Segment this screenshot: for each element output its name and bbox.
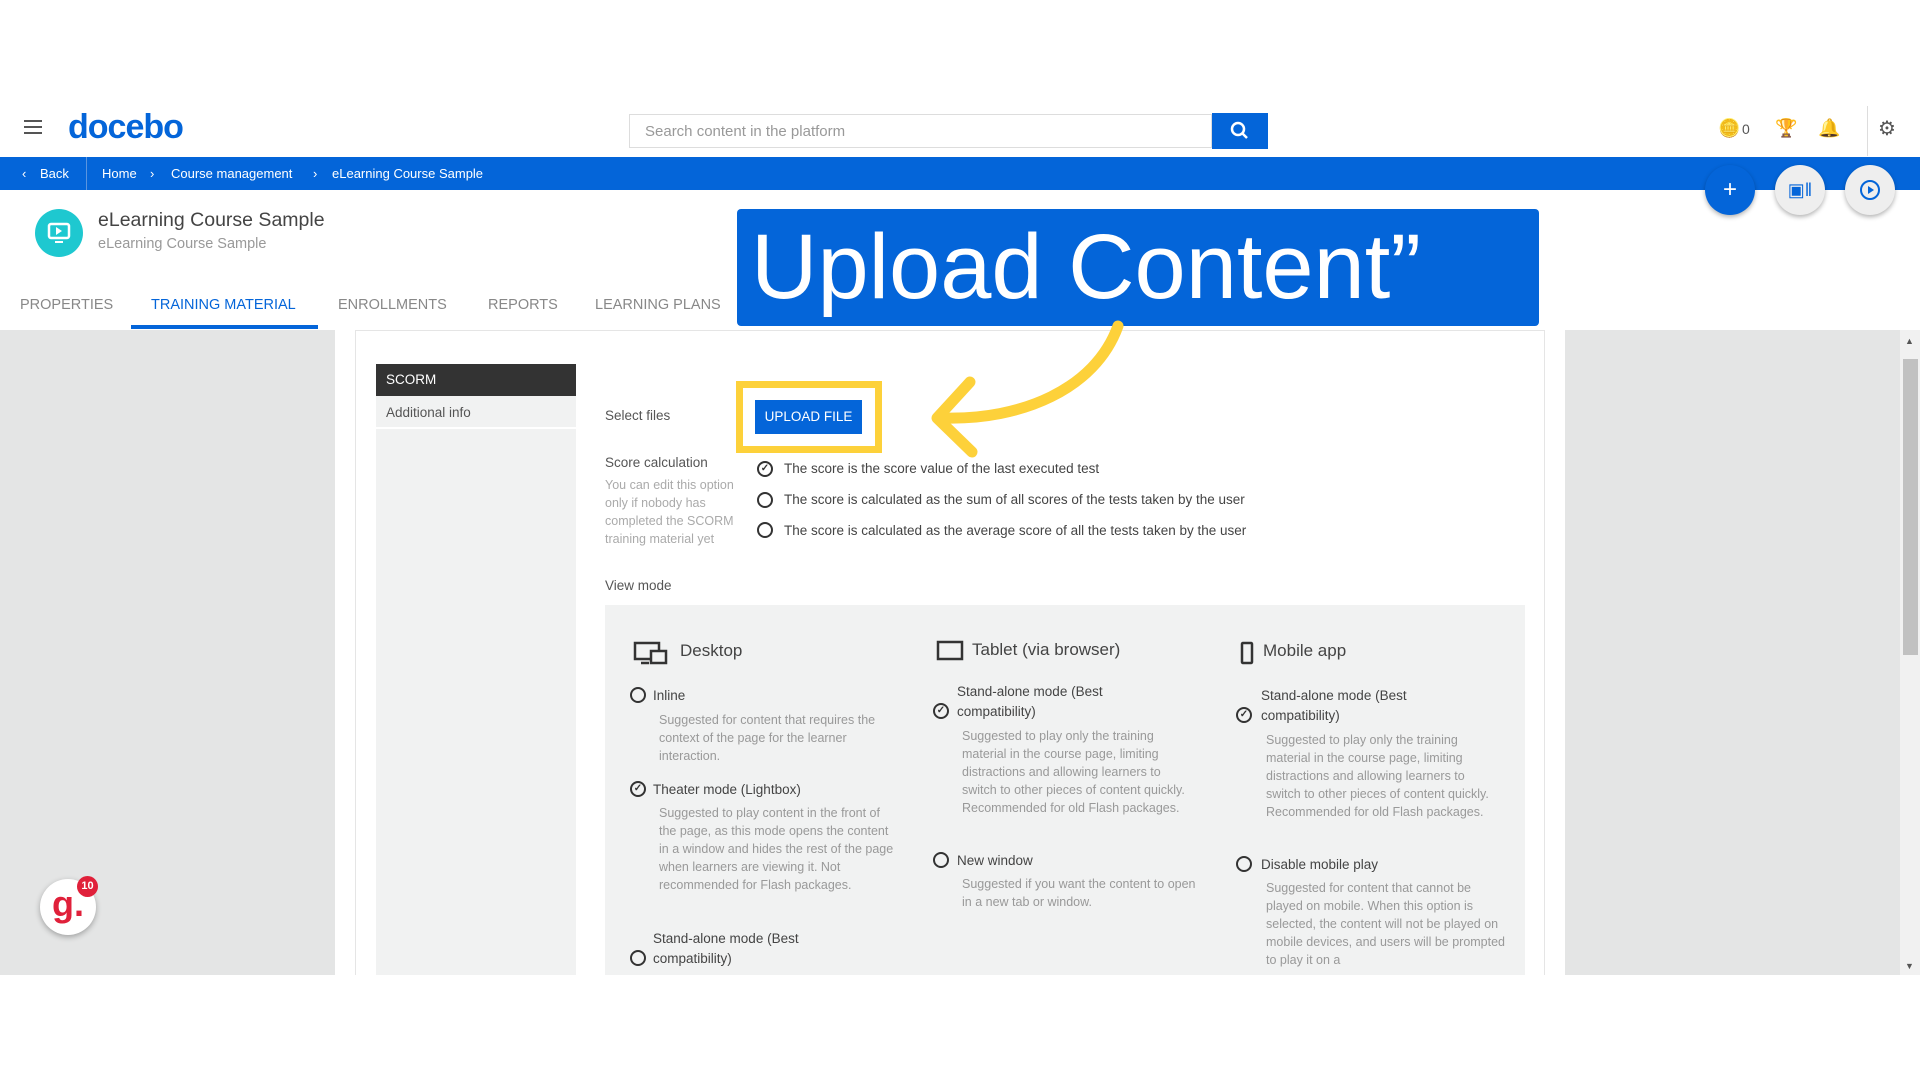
scroll-down-icon[interactable]: ▼ <box>1905 961 1914 971</box>
gear-icon[interactable]: ⚙ <box>1878 116 1896 141</box>
radio-checked[interactable]: ✓ <box>1236 707 1252 723</box>
divider <box>1867 106 1868 156</box>
tablet-new-window-option[interactable]: New window <box>957 851 1033 871</box>
play-button[interactable] <box>1845 165 1895 215</box>
scroll-up-icon[interactable]: ▲ <box>1905 336 1914 346</box>
callout-banner: Upload Content” <box>737 209 1539 326</box>
chevron-right-icon: › <box>150 166 155 181</box>
sidebar-item-scorm[interactable]: SCORM <box>376 364 576 396</box>
search-icon <box>1230 121 1248 139</box>
add-button[interactable]: + <box>1705 165 1755 215</box>
radio-unchecked[interactable] <box>757 522 773 538</box>
sidebar: SCORM Additional info <box>376 364 576 975</box>
tablet-standalone-option[interactable]: Stand-alone mode (Best compatibility) <box>957 682 1147 722</box>
plus-icon: + <box>1722 176 1737 203</box>
tab-properties[interactable]: PROPERTIES <box>20 297 113 313</box>
course-icon <box>35 209 83 257</box>
mobile-title: Mobile app <box>1263 641 1347 660</box>
tablet-title: Tablet (via browser) <box>972 640 1121 659</box>
radio-unchecked[interactable] <box>630 950 646 966</box>
search-input[interactable]: Search content in the platform <box>629 114 1212 148</box>
tab-reports[interactable]: REPORTS <box>488 297 558 313</box>
desktop-inline-option[interactable]: Inline <box>653 686 685 706</box>
trophy-icon[interactable]: 🏆 <box>1775 118 1797 139</box>
bottom-blank <box>0 975 1920 1080</box>
radio-unchecked[interactable] <box>630 687 646 703</box>
mobile-disable-option[interactable]: Disable mobile play <box>1261 855 1378 875</box>
active-tab-underline <box>131 325 318 329</box>
radio-checked[interactable]: ✓ <box>757 461 773 477</box>
tablet-standalone-desc: Suggested to play only the training mate… <box>962 729 1185 815</box>
back-link[interactable]: Back <box>40 166 69 181</box>
radio-unchecked[interactable] <box>757 492 773 508</box>
select-files-label: Select files <box>605 408 671 423</box>
mobile-standalone-desc: Suggested to play only the training mate… <box>1266 733 1489 819</box>
radio-checked[interactable]: ✓ <box>933 703 949 719</box>
score-option-average[interactable]: The score is calculated as the average s… <box>784 521 1246 541</box>
desktop-theater-option[interactable]: Theater mode (Lightbox) <box>653 780 801 800</box>
breadcrumb-home[interactable]: Home <box>102 166 137 181</box>
divider <box>86 157 87 190</box>
tablet-new-window-desc: Suggested if you want the content to ope… <box>962 877 1196 909</box>
scrollbar[interactable]: ▲ ▼ <box>1900 330 1920 975</box>
desktop-icon <box>633 641 668 665</box>
left-gutter <box>0 330 335 975</box>
tab-enrollments[interactable]: ENROLLMENTS <box>338 297 447 313</box>
chevron-right-icon: › <box>313 166 318 181</box>
desktop-inline-desc: Suggested for content that requires the … <box>659 713 876 763</box>
notification-badge: 10 <box>77 876 98 897</box>
radio-unchecked[interactable] <box>1236 856 1252 872</box>
score-calculation-label: Score calculation <box>605 455 708 470</box>
menu-icon[interactable] <box>24 120 42 134</box>
desktop-standalone-option[interactable]: Stand-alone mode (Best compatibility) <box>653 929 843 969</box>
upload-file-button[interactable]: UPLOAD FILE <box>755 400 862 434</box>
coins-count: 0 <box>1742 121 1750 137</box>
coins-icon[interactable]: 🪙 <box>1718 118 1740 139</box>
search-button[interactable] <box>1212 113 1268 149</box>
course-title: eLearning Course Sample <box>98 209 325 231</box>
tab-learning-plans[interactable]: LEARNING PLANS <box>595 297 721 313</box>
radio-checked[interactable]: ✓ <box>630 781 646 797</box>
scrollbar-thumb[interactable] <box>1903 359 1918 655</box>
play-icon <box>1860 180 1880 200</box>
desktop-title: Desktop <box>680 641 743 660</box>
score-help-text: You can edit this option only if nobody … <box>605 478 734 546</box>
score-option-last[interactable]: The score is the score value of the last… <box>784 459 1099 479</box>
mobile-icon <box>1240 641 1254 665</box>
right-gutter <box>1565 330 1900 975</box>
back-icon[interactable]: ‹ <box>22 166 26 181</box>
tablet-icon <box>936 640 964 661</box>
desktop-theater-desc: Suggested to play content in the front o… <box>659 806 894 892</box>
mobile-disable-desc: Suggested for content that cannot be pla… <box>1266 881 1506 967</box>
breadcrumb-course-management[interactable]: Course management <box>171 166 292 181</box>
breadcrumb-bar: ‹ Back Home › Course management › eLearn… <box>0 157 1920 190</box>
sidebar-item-additional-info[interactable]: Additional info <box>376 396 576 429</box>
view-mode-label: View mode <box>605 578 672 593</box>
score-option-sum[interactable]: The score is calculated as the sum of al… <box>784 490 1245 510</box>
breadcrumb-current: eLearning Course Sample <box>332 166 484 181</box>
catalog-icon: ▣‖ <box>1787 179 1813 200</box>
radio-unchecked[interactable] <box>933 852 949 868</box>
catalog-button[interactable]: ▣‖ <box>1775 165 1825 215</box>
tab-training-material[interactable]: TRAINING MATERIAL <box>151 297 296 313</box>
course-subtitle: eLearning Course Sample <box>98 236 267 252</box>
video-icon <box>47 222 71 243</box>
docebo-logo[interactable]: docebo <box>68 108 184 147</box>
bell-icon[interactable]: 🔔 <box>1818 118 1840 139</box>
mobile-standalone-option[interactable]: Stand-alone mode (Best compatibility) <box>1261 686 1451 726</box>
